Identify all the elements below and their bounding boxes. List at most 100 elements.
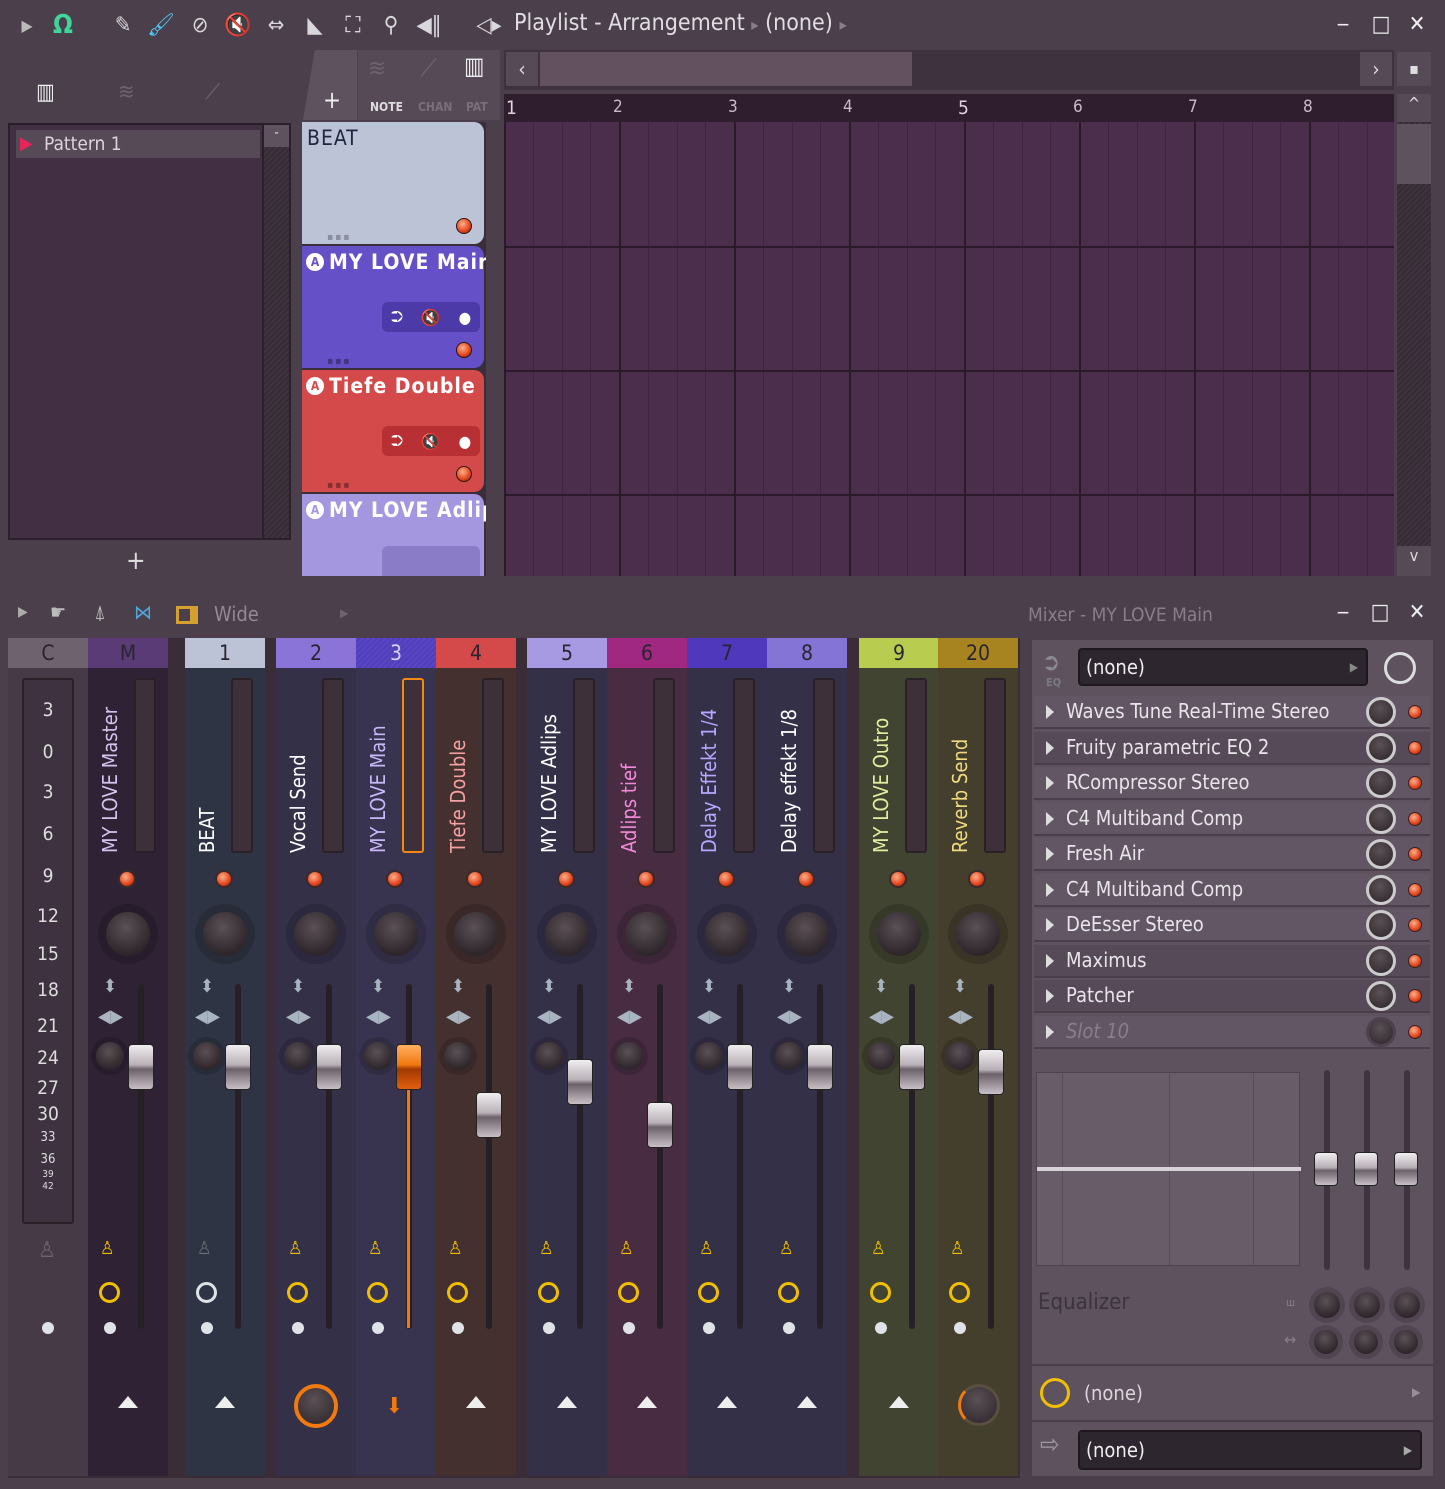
- drag-handle-icon[interactable]: ▪▪▪: [327, 356, 351, 367]
- pan-knob[interactable]: [615, 1042, 643, 1070]
- mixer-close-button[interactable]: ✕: [1404, 600, 1430, 626]
- clock-icon[interactable]: [287, 1282, 308, 1303]
- solo-dot[interactable]: [703, 1322, 715, 1334]
- pan-knob[interactable]: [364, 1042, 392, 1070]
- zoom-icon[interactable]: ⚲: [376, 10, 406, 40]
- mute-led[interactable]: [637, 870, 655, 888]
- tab-chan[interactable]: CHAN: [418, 100, 452, 114]
- mix-level-knob[interactable]: [1366, 768, 1396, 798]
- pan-icon[interactable]: ◀▶: [617, 1006, 642, 1027]
- volume-fader[interactable]: [128, 1044, 154, 1090]
- fx-enable-led[interactable]: [1408, 918, 1422, 932]
- mute-led[interactable]: [968, 870, 986, 888]
- mixer-minimize-button[interactable]: ‒: [1330, 600, 1356, 626]
- stereo-separation-icon[interactable]: ⬍: [100, 976, 120, 997]
- fx-knob[interactable]: [106, 912, 150, 956]
- pan-icon[interactable]: ◀▶: [777, 1006, 802, 1027]
- view-mode-label[interactable]: Wide: [214, 602, 259, 626]
- bulb-icon[interactable]: ♙: [699, 1238, 714, 1259]
- eq-band-fader[interactable]: [1314, 1152, 1338, 1186]
- mute-led[interactable]: [386, 870, 404, 888]
- clock-icon[interactable]: [196, 1282, 217, 1303]
- eq-freq-knob[interactable]: [1354, 1292, 1380, 1318]
- clock-icon[interactable]: [538, 1282, 559, 1303]
- input-select[interactable]: (none) ▶: [1078, 648, 1368, 686]
- layout-icon[interactable]: [176, 606, 198, 624]
- solo-dot[interactable]: [42, 1322, 54, 1334]
- pan-knob[interactable]: [444, 1042, 472, 1070]
- solo-dot[interactable]: [623, 1322, 635, 1334]
- stereo-separation-icon[interactable]: ⬍: [779, 976, 799, 997]
- solo-dot[interactable]: [104, 1322, 116, 1334]
- pan-icon[interactable]: ◀▶: [869, 1006, 894, 1027]
- zoom-handle[interactable]: ▪: [1397, 52, 1431, 86]
- stereo-separation-icon[interactable]: ⬍: [197, 976, 217, 997]
- bulb-icon[interactable]: ♙: [871, 1238, 886, 1259]
- input-monitor-icon[interactable]: ⮊: [391, 307, 403, 327]
- mixer-maximize-button[interactable]: □: [1367, 600, 1393, 626]
- drag-handle-icon[interactable]: ▪▪▪: [327, 480, 351, 491]
- bulb-icon[interactable]: ♙: [950, 1238, 965, 1259]
- fx-enable-led[interactable]: [1408, 847, 1422, 861]
- fx-slot[interactable]: Waves Tune Real-Time Stereo: [1034, 696, 1430, 729]
- fx-enable-led[interactable]: [1408, 740, 1422, 755]
- fx-slot[interactable]: Maximus: [1034, 944, 1430, 978]
- input-monitor-icon[interactable]: ⮊: [391, 431, 403, 451]
- eq-band-fader[interactable]: [1394, 1152, 1418, 1186]
- volume-fader[interactable]: [316, 1044, 342, 1090]
- maximize-button[interactable]: □: [1368, 12, 1394, 38]
- send-knob[interactable]: [294, 1384, 338, 1428]
- stereo-separation-icon[interactable]: ⬍: [368, 976, 388, 997]
- latency-value[interactable]: (none): [1084, 1381, 1143, 1405]
- route-up-icon[interactable]: [717, 1396, 737, 1408]
- mute-led[interactable]: [557, 870, 575, 888]
- stereo-separation-icon[interactable]: ⬍: [448, 976, 468, 997]
- horizontal-scrollbar[interactable]: ‹ ›: [504, 50, 1394, 90]
- output-select[interactable]: (none) ▶: [1078, 1430, 1422, 1470]
- bulb-icon[interactable]: ♙: [539, 1238, 554, 1259]
- hand-pointer-icon[interactable]: ☛: [50, 600, 66, 624]
- add-track-tab[interactable]: +: [303, 50, 357, 120]
- mute-icon[interactable]: 🔇: [421, 432, 441, 451]
- record-led[interactable]: [456, 466, 472, 482]
- collapse-button[interactable]: -: [264, 125, 289, 147]
- solo-dot[interactable]: [201, 1322, 213, 1334]
- pan-knob[interactable]: [284, 1042, 312, 1070]
- magnet-snap-icon[interactable]: Ω: [48, 10, 78, 40]
- route-up-icon[interactable]: [889, 1396, 909, 1408]
- record-led[interactable]: [456, 218, 472, 234]
- piano-roll-icon[interactable]: ▥: [464, 52, 484, 80]
- pattern-selector[interactable]: (none): [765, 10, 833, 36]
- solo-dot[interactable]: [783, 1322, 795, 1334]
- expand-arrow-icon[interactable]: [1046, 989, 1054, 1003]
- fx-enable-led[interactable]: [1408, 882, 1422, 897]
- expand-arrow-icon[interactable]: [1046, 953, 1054, 968]
- track-header[interactable]: Tiefe Double A ⮊ 🔇 ● ▪▪▪: [302, 370, 484, 492]
- clock-icon[interactable]: [778, 1282, 799, 1303]
- mute-led[interactable]: [797, 870, 815, 888]
- mixer-channel-2[interactable]: 2 Vocal Send ⬍ ◀▶ ♙: [276, 638, 356, 1476]
- volume-fader[interactable]: [978, 1049, 1004, 1095]
- delete-icon[interactable]: ⊘: [185, 10, 215, 40]
- volume-fader[interactable]: [567, 1059, 593, 1105]
- pencil-icon[interactable]: ✎: [108, 10, 138, 40]
- fx-slot[interactable]: C4 Multiband Comp: [1034, 802, 1430, 836]
- latency-icon[interactable]: [1040, 1378, 1070, 1408]
- fx-enable-led[interactable]: [1408, 989, 1422, 1003]
- piano-roll-icon[interactable]: ▥: [36, 80, 55, 105]
- fx-enable-led[interactable]: [1408, 811, 1422, 826]
- clock-icon[interactable]: [99, 1282, 120, 1303]
- track-header[interactable]: BEAT ▪▪▪: [302, 122, 484, 244]
- pan-icon[interactable]: ◀▶: [948, 1006, 973, 1027]
- eq-graph[interactable]: [1036, 1072, 1301, 1266]
- fx-knob[interactable]: [374, 912, 418, 956]
- mixer-channel-1[interactable]: 1 BEAT ⬍ ◀▶ ♙: [185, 638, 265, 1476]
- eq-freq-knob[interactable]: [1394, 1292, 1420, 1318]
- fx-knob[interactable]: [203, 912, 247, 956]
- tab-pat[interactable]: PAT: [466, 100, 488, 114]
- audio-wave-icon[interactable]: ≋: [368, 54, 386, 82]
- route-up-icon[interactable]: [637, 1396, 657, 1408]
- send-knob[interactable]: [958, 1384, 1000, 1426]
- pan-knob[interactable]: [96, 1042, 124, 1070]
- pan-icon[interactable]: ◀▶: [195, 1006, 220, 1027]
